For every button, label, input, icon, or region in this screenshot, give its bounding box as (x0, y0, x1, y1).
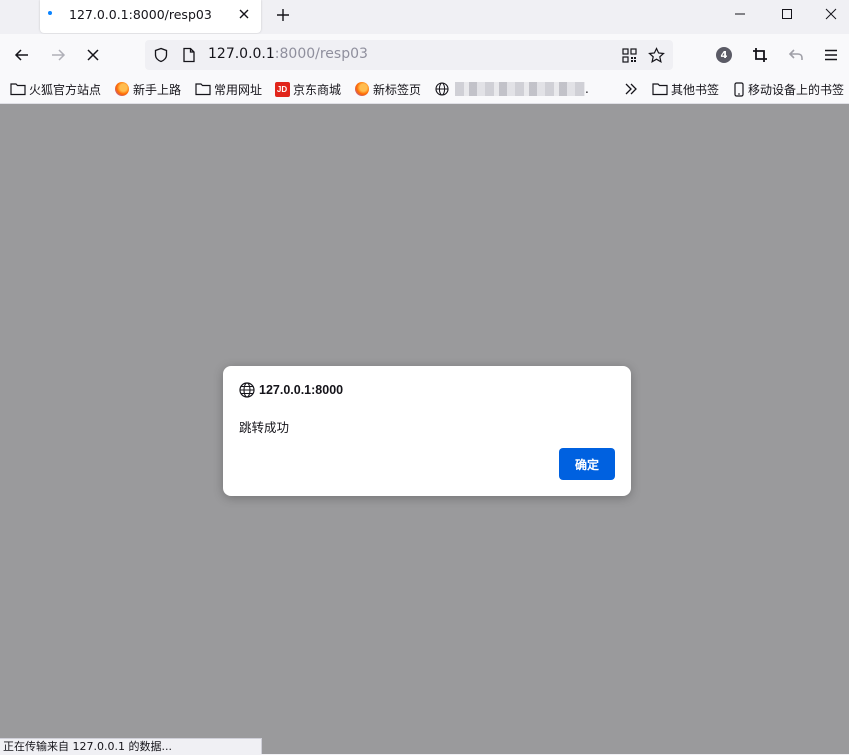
page-icon (183, 47, 195, 63)
dialog-origin: 127.0.0.1:8000 (259, 383, 344, 397)
stop-icon (87, 49, 99, 61)
globe-icon (434, 81, 450, 97)
alert-dialog: 127.0.0.1:8000 跳转成功 确定 (223, 366, 631, 496)
stop-button[interactable] (79, 41, 107, 69)
mobile-device-icon (733, 81, 745, 97)
bookmark-label: 京东商城 (293, 82, 342, 97)
url-host: 127.0.0.1 (208, 46, 275, 62)
extensions-button[interactable]: 4 (710, 41, 738, 69)
bookmark-item[interactable]: . (434, 80, 589, 98)
minimize-icon (735, 13, 745, 15)
url-bar[interactable]: 127.0.0.1:8000/resp03 (145, 40, 673, 70)
chevron-double-right-icon (625, 83, 637, 95)
globe-icon (239, 382, 255, 398)
firefox-icon (354, 81, 370, 97)
bookmark-label: 新标签页 (373, 82, 422, 97)
shield-icon (154, 47, 168, 63)
status-bar: 正在传输来自 127.0.0.1 的数据... (0, 738, 262, 754)
maximize-button[interactable] (764, 0, 810, 28)
hamburger-menu-icon (825, 49, 837, 61)
url-text[interactable]: 127.0.0.1:8000/resp03 (208, 46, 368, 62)
bookmarks-toolbar: 火狐官方站点 新手上路 常用网址 JD 京东商城 新标签页 . 其他书签 移动设… (0, 76, 849, 104)
bookmarks-overflow-button[interactable] (624, 80, 638, 98)
bookmark-label: . (585, 82, 589, 96)
nav-toolbar: 127.0.0.1:8000/resp03 4 (0, 34, 849, 76)
tab-close-button[interactable] (235, 5, 253, 23)
url-path: :8000/resp03 (274, 46, 368, 62)
bookmark-star-button[interactable] (647, 46, 665, 64)
star-icon (647, 46, 665, 63)
badge-icon: 4 (716, 47, 732, 63)
undo-icon (788, 49, 803, 60)
forward-button[interactable] (44, 41, 72, 69)
other-bookmarks-folder[interactable]: 其他书签 (652, 80, 719, 98)
new-tab-button[interactable] (272, 4, 294, 26)
crop-icon (753, 48, 767, 62)
bookmark-label: 常用网址 (214, 82, 263, 97)
bookmark-item[interactable]: 常用网址 (195, 80, 262, 98)
firefox-icon (114, 81, 130, 97)
tab-title: 127.0.0.1:8000/resp03 (69, 7, 212, 22)
page-content-overlay: 127.0.0.1:8000 跳转成功 确定 (0, 104, 849, 754)
close-icon (825, 8, 837, 20)
bookmark-item[interactable]: 新标签页 (354, 80, 421, 98)
bookmark-item[interactable]: 新手上路 (114, 80, 181, 98)
ok-button[interactable]: 确定 (559, 448, 615, 480)
bookmark-label: 其他书签 (671, 82, 720, 97)
maximize-icon (782, 9, 792, 19)
plus-icon (277, 9, 289, 21)
bookmark-label: 新手上路 (133, 82, 182, 97)
dialog-message: 跳转成功 (239, 420, 290, 435)
bookmark-label: 火狐官方站点 (29, 82, 102, 97)
blurred-bookmark-label-icon (455, 82, 585, 96)
tracking-protection-icon[interactable] (152, 46, 170, 64)
dialog-header: 127.0.0.1:8000 (239, 382, 343, 398)
tab-active[interactable]: 127.0.0.1:8000/resp03 (40, 0, 261, 33)
screenshot-button[interactable] (746, 41, 774, 69)
qr-code-icon (621, 47, 637, 63)
bookmark-label: 移动设备上的书签 (748, 82, 845, 97)
arrow-right-icon (52, 49, 66, 61)
folder-icon (10, 81, 26, 97)
folder-icon (652, 81, 668, 97)
minimize-button[interactable] (717, 0, 763, 28)
page-info-icon[interactable] (180, 46, 198, 64)
loading-dot-icon (48, 11, 52, 15)
close-window-button[interactable] (808, 0, 849, 28)
qr-code-button[interactable] (620, 46, 638, 64)
undo-button[interactable] (782, 41, 810, 69)
bookmark-item[interactable]: 火狐官方站点 (10, 80, 101, 98)
mobile-bookmarks-folder[interactable]: 移动设备上的书签 (733, 80, 844, 98)
jd-icon: JD (274, 81, 290, 97)
app-menu-button[interactable] (817, 41, 845, 69)
bookmark-item[interactable]: JD 京东商城 (274, 80, 341, 98)
back-button[interactable] (8, 41, 36, 69)
folder-icon (195, 81, 211, 97)
close-icon (239, 9, 249, 19)
arrow-left-icon (14, 49, 28, 61)
tab-strip: 127.0.0.1:8000/resp03 (0, 0, 849, 34)
